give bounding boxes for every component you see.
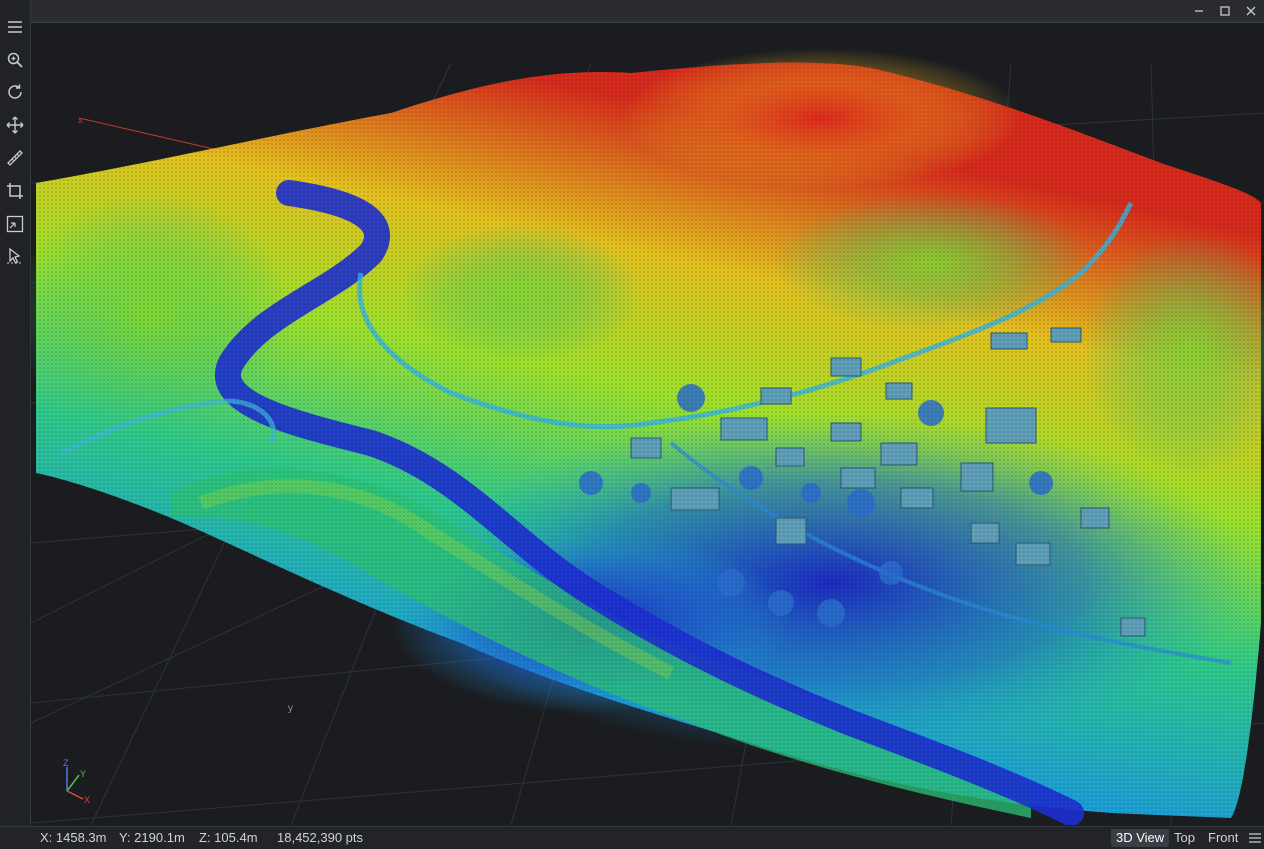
point-cloud-scene: x y Z Y X <box>31 48 1264 825</box>
floor-y-label: y <box>288 703 293 714</box>
zoom-icon[interactable] <box>3 48 27 72</box>
menu-icon[interactable] <box>3 15 27 39</box>
crop-icon[interactable] <box>3 179 27 203</box>
axis-gizmo: Z Y X <box>63 758 90 805</box>
coord-x: X: 1458.3m <box>40 830 107 845</box>
rotate-icon[interactable] <box>3 80 27 104</box>
coord-z: Z: 105.4m <box>199 830 258 845</box>
gizmo-z-label: Z <box>63 758 69 768</box>
maximize-icon[interactable] <box>1212 0 1238 22</box>
title-bar <box>31 0 1264 23</box>
list-menu-icon[interactable] <box>1248 831 1262 845</box>
point-count: 18,452,390 pts <box>277 830 364 845</box>
point-texture <box>36 62 1261 819</box>
coord-y: Y: 2190.1m <box>119 830 185 845</box>
tab-front[interactable]: Front <box>1203 829 1243 847</box>
measure-icon[interactable] <box>3 146 27 170</box>
minimize-icon[interactable] <box>1186 0 1212 22</box>
tab-top[interactable]: Top <box>1169 829 1200 847</box>
status-bar: X: 1458.3m Y: 2190.1m Z: 105.4m 18,452,3… <box>0 826 1264 849</box>
floor-x-label: x <box>78 115 83 125</box>
close-icon[interactable] <box>1238 0 1264 22</box>
point-cloud-viewport[interactable]: x y Z Y X <box>31 23 1264 825</box>
select-icon[interactable] <box>3 244 27 268</box>
tab-3d-view[interactable]: 3D View <box>1111 829 1170 847</box>
pan-icon[interactable] <box>3 113 27 137</box>
left-toolbar <box>0 0 31 848</box>
x-axis-line <box>78 117 232 154</box>
gizmo-y-label: Y <box>80 769 86 779</box>
fit-view-icon[interactable] <box>3 212 27 236</box>
gizmo-x-label: X <box>84 795 90 805</box>
